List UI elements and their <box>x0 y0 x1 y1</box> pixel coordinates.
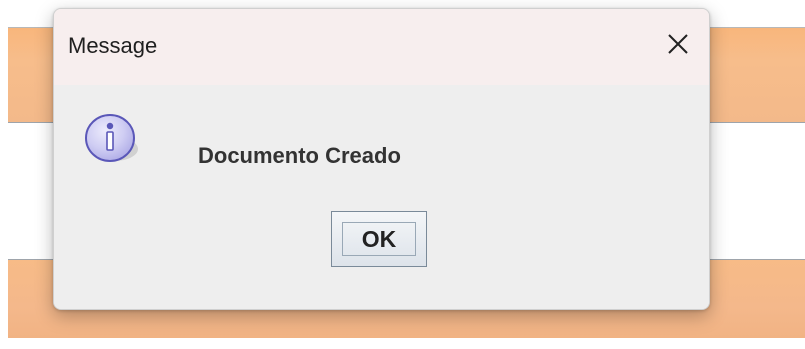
dialog-title: Message <box>68 33 158 58</box>
ok-button-label: OK <box>361 225 397 252</box>
dialog-body: Documento Creado OK <box>54 85 709 309</box>
background-left-edge <box>0 0 8 349</box>
close-button[interactable] <box>661 27 695 61</box>
info-icon <box>78 111 142 167</box>
dialog-message: Documento Creado <box>198 143 401 168</box>
dialog-titlebar[interactable]: Message <box>54 9 709 85</box>
ok-button[interactable]: OK <box>331 211 427 267</box>
message-dialog: Message Documento Creado OK <box>53 8 710 310</box>
close-icon <box>668 34 688 54</box>
